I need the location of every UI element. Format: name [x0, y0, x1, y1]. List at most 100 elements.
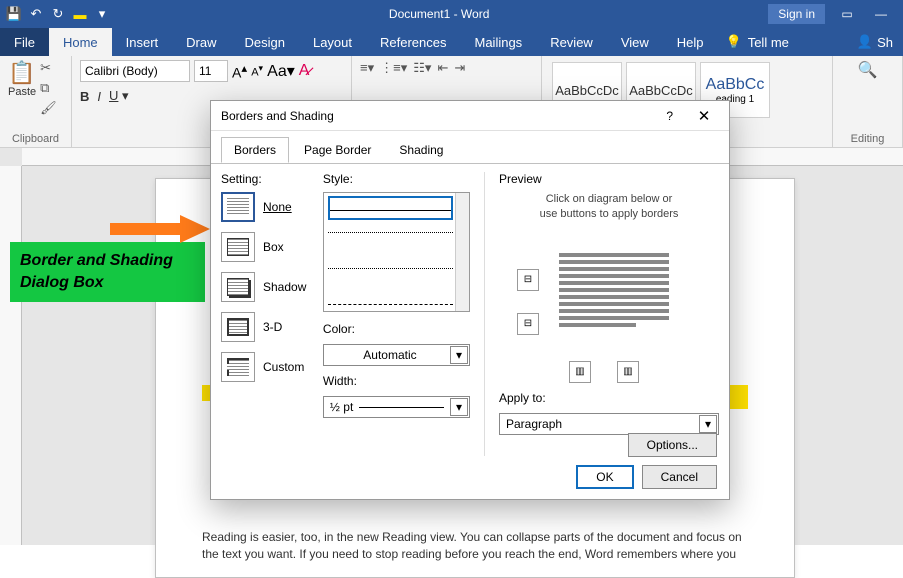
editing-label: Editing [841, 131, 894, 145]
style-label: Style: [323, 172, 470, 186]
change-case-icon[interactable]: Aa▾ [267, 61, 295, 81]
dialog-title: Borders and Shading [221, 109, 334, 123]
style-dotted[interactable] [328, 232, 453, 256]
font-size-combo[interactable]: 11 [194, 60, 228, 82]
width-value: ½ pt [330, 400, 353, 414]
multilevel-icon[interactable]: ☷▾ [413, 60, 431, 76]
setting-custom[interactable]: Custom [221, 352, 313, 382]
style-h1-preview: AaBbCc [706, 76, 765, 94]
setting-custom-icon [221, 352, 255, 382]
setting-shadow-icon [221, 272, 255, 302]
tab-references[interactable]: References [366, 28, 460, 56]
setting-box[interactable]: Box [221, 232, 313, 262]
undo-icon[interactable]: ↶ [28, 6, 44, 22]
find-icon[interactable]: 🔍 [841, 60, 894, 80]
font-name-combo[interactable]: Calibri (Body) [80, 60, 190, 82]
underline-button[interactable]: U ▾ [109, 88, 129, 104]
tab-file[interactable]: File [0, 28, 49, 56]
style-nospace-preview: AaBbCcDc [629, 83, 693, 98]
style-dashed[interactable] [328, 304, 453, 328]
tab-borders[interactable]: Borders [221, 137, 289, 163]
bullets-icon[interactable]: ≡▾ [360, 60, 374, 76]
tab-layout[interactable]: Layout [299, 28, 366, 56]
preview-hint-1: Click on diagram below or [546, 193, 673, 205]
preview-hint-2: use buttons to apply borders [540, 208, 679, 220]
italic-button[interactable]: I [97, 89, 101, 104]
cancel-button[interactable]: Cancel [642, 465, 717, 489]
setting-box-icon [221, 232, 255, 262]
preview-diagram[interactable]: ⊟ ⊟ ▥ ▥ [499, 233, 719, 383]
paste-label: Paste [8, 86, 36, 98]
options-button[interactable]: Options... [628, 433, 717, 457]
setting-none-label: None [263, 200, 292, 214]
border-right-button[interactable]: ▥ [617, 361, 639, 383]
style-list[interactable] [323, 192, 470, 312]
save-icon[interactable]: 💾 [6, 6, 22, 22]
sign-in-button[interactable]: Sign in [768, 4, 825, 24]
tab-review[interactable]: Review [536, 28, 607, 56]
border-top-button[interactable]: ⊟ [517, 269, 539, 291]
chevron-down-icon: ▾ [450, 398, 468, 416]
style-column: Style: Color: Automatic ▾ Width: ½ pt ▾ [323, 172, 470, 456]
copy-icon[interactable]: ⧉ [40, 80, 57, 96]
setting-none[interactable]: None [221, 192, 313, 222]
vertical-ruler[interactable] [0, 166, 22, 545]
format-painter-icon[interactable]: 🖌 [40, 100, 57, 116]
style-normal-preview: AaBbCcDc [555, 83, 619, 98]
color-combo[interactable]: Automatic ▾ [323, 344, 470, 366]
arrow-icon [110, 215, 210, 243]
style-solid[interactable] [328, 196, 453, 220]
qat-customize-icon[interactable]: ▾ [94, 6, 110, 22]
help-icon[interactable]: ? [666, 109, 673, 123]
setting-shadow[interactable]: Shadow [221, 272, 313, 302]
callout-box: Border and Shading Dialog Box [10, 242, 205, 302]
close-icon[interactable]: ✕ [689, 107, 719, 125]
style-scrollbar[interactable] [455, 193, 469, 311]
tell-me[interactable]: 💡 Tell me [726, 28, 789, 56]
increase-indent-icon[interactable]: ⇥ [454, 60, 465, 76]
border-left-button[interactable]: ▥ [569, 361, 591, 383]
style-dashed-fine[interactable] [328, 268, 453, 292]
setting-none-icon [221, 192, 255, 222]
clear-format-icon[interactable]: A̷ [299, 62, 310, 80]
preview-paragraph [559, 253, 669, 330]
color-value: Automatic [363, 348, 416, 362]
ribbon-options-icon[interactable]: ▭ [835, 4, 859, 24]
tab-home[interactable]: Home [49, 28, 112, 56]
font-size-value: 11 [199, 64, 211, 78]
border-bottom-button[interactable]: ⊟ [517, 313, 539, 335]
redo-icon[interactable]: ↻ [50, 6, 66, 22]
width-combo[interactable]: ½ pt ▾ [323, 396, 470, 418]
bold-button[interactable]: B [80, 89, 89, 104]
quick-access-toolbar: 💾 ↶ ↻ ▬ ▾ [0, 6, 110, 22]
share-button[interactable]: 👤 Sh [857, 28, 903, 56]
tab-page-border[interactable]: Page Border [291, 137, 384, 163]
editing-group: 🔍 Editing [833, 56, 903, 147]
numbering-icon[interactable]: ⋮≡▾ [380, 60, 407, 76]
paste-button[interactable]: 📋 Paste [8, 60, 36, 116]
tab-help[interactable]: Help [663, 28, 718, 56]
tab-draw[interactable]: Draw [172, 28, 230, 56]
cut-icon[interactable]: ✂ [40, 60, 57, 76]
setting-3d[interactable]: 3-D [221, 312, 313, 342]
clipboard-label: Clipboard [8, 131, 63, 145]
setting-label: Setting: [221, 172, 313, 186]
ok-label: OK [596, 470, 613, 484]
setting-3d-icon [221, 312, 255, 342]
tab-view[interactable]: View [607, 28, 663, 56]
tab-mailings[interactable]: Mailings [461, 28, 537, 56]
ok-button[interactable]: OK [576, 465, 633, 489]
highlight-icon[interactable]: ▬ [72, 6, 88, 22]
setting-3d-label: 3-D [263, 320, 282, 334]
lightbulb-icon: 💡 [726, 34, 742, 50]
shrink-font-icon[interactable]: A▾ [251, 63, 263, 79]
tab-design[interactable]: Design [231, 28, 299, 56]
grow-font-icon[interactable]: A▴ [232, 61, 247, 81]
apply-to-combo[interactable]: Paragraph ▾ [499, 413, 719, 435]
decrease-indent-icon[interactable]: ⇤ [437, 60, 448, 76]
tab-insert[interactable]: Insert [112, 28, 173, 56]
preview-hint: Click on diagram below or use buttons to… [499, 192, 719, 223]
minimize-icon[interactable]: — [869, 4, 893, 24]
preview-column: Preview Click on diagram below or use bu… [484, 172, 719, 456]
tab-shading[interactable]: Shading [386, 137, 456, 163]
